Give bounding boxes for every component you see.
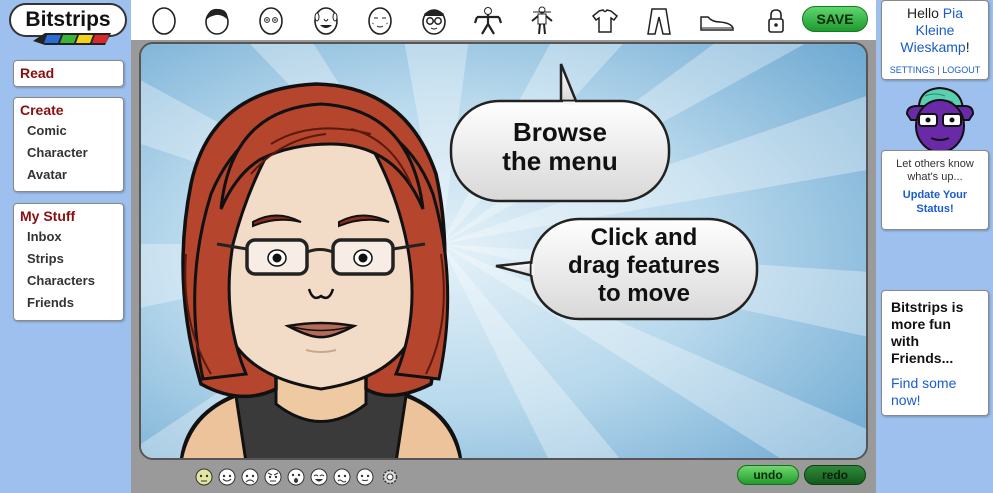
bubble-browse-line2: the menu: [502, 146, 618, 176]
glasses-icon[interactable]: [419, 6, 449, 36]
editor-stage[interactable]: Browse the menu Click and drag features …: [139, 42, 868, 460]
expression-neutral-icon[interactable]: [356, 468, 374, 486]
nose-mouth-icon[interactable]: [311, 6, 341, 36]
hair-icon[interactable]: [202, 6, 232, 36]
update-status-line2: Status!: [916, 203, 954, 215]
friends-promo-line1: Bitstrips is: [891, 299, 964, 315]
lock-icon[interactable]: [761, 6, 791, 36]
save-button[interactable]: SAVE: [802, 6, 868, 32]
friends-promo-text: Bitstrips is more fun with Friends...: [891, 299, 988, 367]
status-prompt: Let others know what's up...: [882, 158, 988, 184]
body-icon[interactable]: [473, 6, 503, 36]
find-friends-line1: Find some: [891, 375, 957, 391]
face-details-icon[interactable]: [365, 6, 395, 36]
status-box: Let others know what's up... Update Your…: [881, 150, 989, 230]
bubble-drag-line1: Click and: [590, 224, 698, 251]
expression-surprised-icon[interactable]: [287, 468, 305, 486]
greeting-text: Hello: [906, 5, 939, 21]
bubble-drag: Click and drag features to move: [536, 224, 752, 308]
expression-angry-icon[interactable]: [264, 468, 282, 486]
user-name-last[interactable]: Wieskamp: [900, 39, 965, 55]
nav-item-comic[interactable]: Comic: [14, 120, 123, 142]
head-shape-icon[interactable]: [149, 6, 179, 36]
expression-laughing-icon[interactable]: [310, 468, 328, 486]
friends-promo-box: Bitstrips is more fun with Friends... Fi…: [881, 290, 989, 416]
friends-promo-line3: with: [891, 333, 919, 349]
redo-button[interactable]: redo: [804, 465, 866, 485]
expression-settings-gear-icon[interactable]: [381, 468, 399, 486]
nav-read[interactable]: Read: [14, 61, 123, 83]
shirt-icon[interactable]: [590, 6, 620, 36]
friends-promo-line2: more fun: [891, 316, 951, 332]
nav-create-box: Create Comic Character Avatar: [13, 97, 124, 192]
find-friends-line2: now!: [891, 392, 921, 408]
nav-item-inbox[interactable]: Inbox: [14, 226, 123, 248]
logout-link[interactable]: LOGOUT: [942, 65, 980, 75]
expression-happy-icon[interactable]: [218, 468, 236, 486]
bubble-browse-line1: Browse: [513, 117, 607, 147]
avatar-figure[interactable]: [141, 44, 868, 460]
user-box: Hello Pia Kleine Wieskamp! SETTINGS | LO…: [881, 0, 989, 80]
shoes-icon[interactable]: [698, 6, 736, 36]
greeting-exclaim: !: [965, 39, 970, 55]
expression-sad-icon[interactable]: [241, 468, 259, 486]
bubble-drag-line2: drag features: [567, 252, 721, 279]
undo-button[interactable]: undo: [737, 465, 799, 485]
nav-item-character[interactable]: Character: [14, 142, 123, 164]
nav-item-avatar[interactable]: Avatar: [14, 164, 123, 186]
expression-bar: undo redo: [131, 462, 876, 493]
bubble-browse: Browse the menu: [456, 118, 664, 176]
bubble-drag-line3: to move: [597, 280, 690, 307]
settings-link[interactable]: SETTINGS: [890, 65, 935, 75]
bitstrips-logo[interactable]: Bitstrips: [9, 3, 127, 49]
nav-item-strips[interactable]: Strips: [14, 248, 123, 270]
user-greeting-block: Hello Pia Kleine Wieskamp!: [882, 5, 988, 56]
find-friends-link[interactable]: Find some now!: [891, 375, 988, 409]
body-size-icon[interactable]: [527, 6, 557, 36]
user-name-first[interactable]: Pia: [943, 5, 963, 21]
account-links: SETTINGS | LOGOUT: [882, 65, 988, 75]
nav-create-heading[interactable]: Create: [14, 98, 123, 120]
editor-frame: Browse the menu Click and drag features …: [131, 40, 876, 493]
update-status-link[interactable]: Update Your Status!: [882, 188, 988, 216]
update-status-line1: Update Your: [902, 189, 968, 201]
nav-item-friends[interactable]: Friends: [14, 292, 123, 314]
eyes-icon[interactable]: [256, 6, 286, 36]
expression-queasy-icon[interactable]: [195, 468, 213, 486]
status-prompt-line2: what's up...: [907, 171, 963, 183]
logo-pencil-icon: [33, 33, 111, 45]
nav-item-characters[interactable]: Characters: [14, 270, 123, 292]
nav-mystuff-heading[interactable]: My Stuff: [14, 204, 123, 226]
expression-worried-icon[interactable]: [333, 468, 351, 486]
nav-mystuff-box: My Stuff Inbox Strips Characters Friends: [13, 203, 124, 321]
user-avatar-icon[interactable]: [905, 84, 975, 154]
friends-promo-line4: Friends...: [891, 350, 954, 366]
pants-icon[interactable]: [644, 6, 674, 36]
nav-read-box: Read: [13, 60, 124, 87]
status-prompt-line1: Let others know: [896, 158, 974, 170]
account-link-separator: |: [937, 65, 940, 75]
feature-toolbar: SAVE: [131, 0, 876, 40]
user-name-middle[interactable]: Kleine: [916, 22, 955, 38]
